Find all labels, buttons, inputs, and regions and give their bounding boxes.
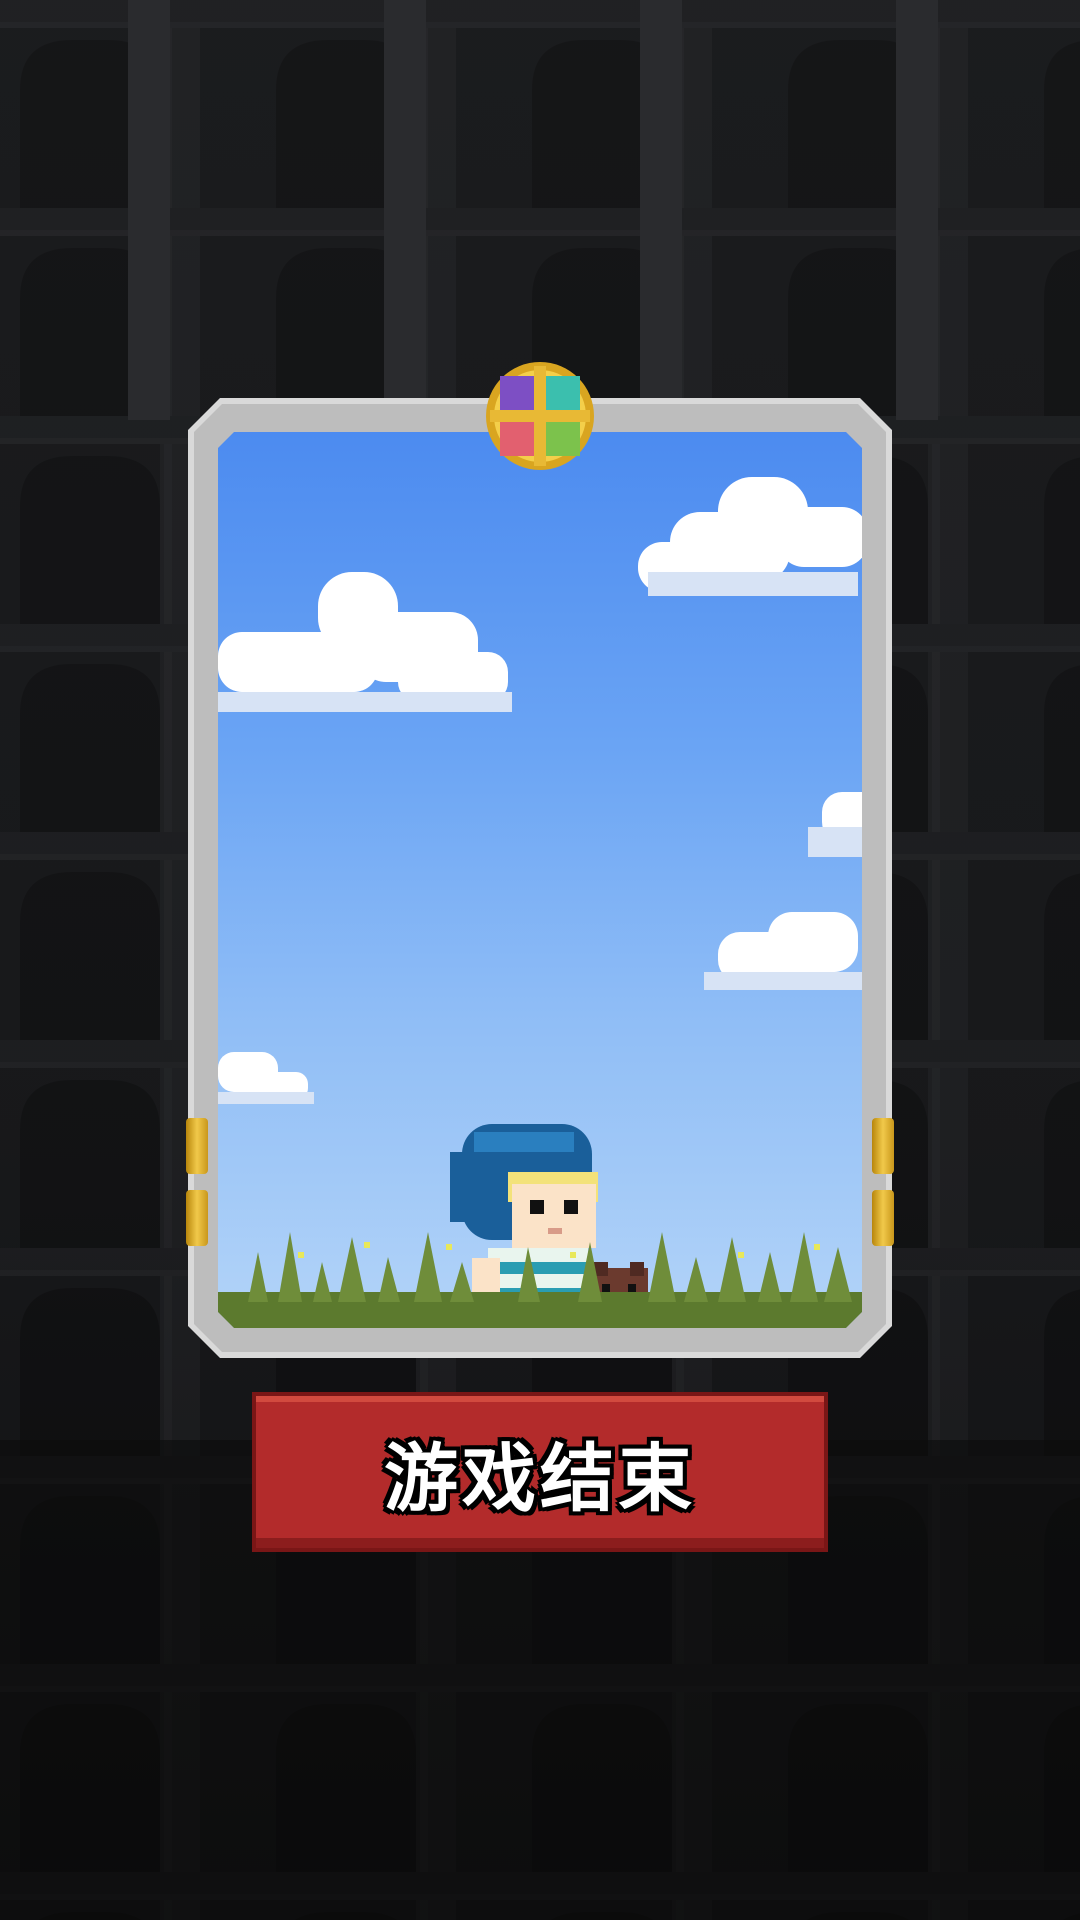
cloud-icon (218, 1052, 314, 1104)
gold-stud-left-top (186, 1118, 208, 1174)
cloud-icon (808, 792, 862, 857)
gold-stud-right-top (872, 1118, 894, 1174)
game-over-button[interactable]: 游戏结束 (252, 1392, 828, 1552)
gold-stud-right-bottom (872, 1190, 894, 1246)
game-over-label: 游戏结束 (384, 1435, 696, 1522)
cloud-icon (638, 477, 862, 596)
character-card (186, 398, 894, 1358)
cloud-icon (218, 572, 512, 712)
cloud-icon (704, 912, 862, 990)
card-artwork (218, 432, 862, 1328)
four-gem-emblem-icon (486, 362, 594, 470)
gold-stud-left-bottom (186, 1190, 208, 1246)
